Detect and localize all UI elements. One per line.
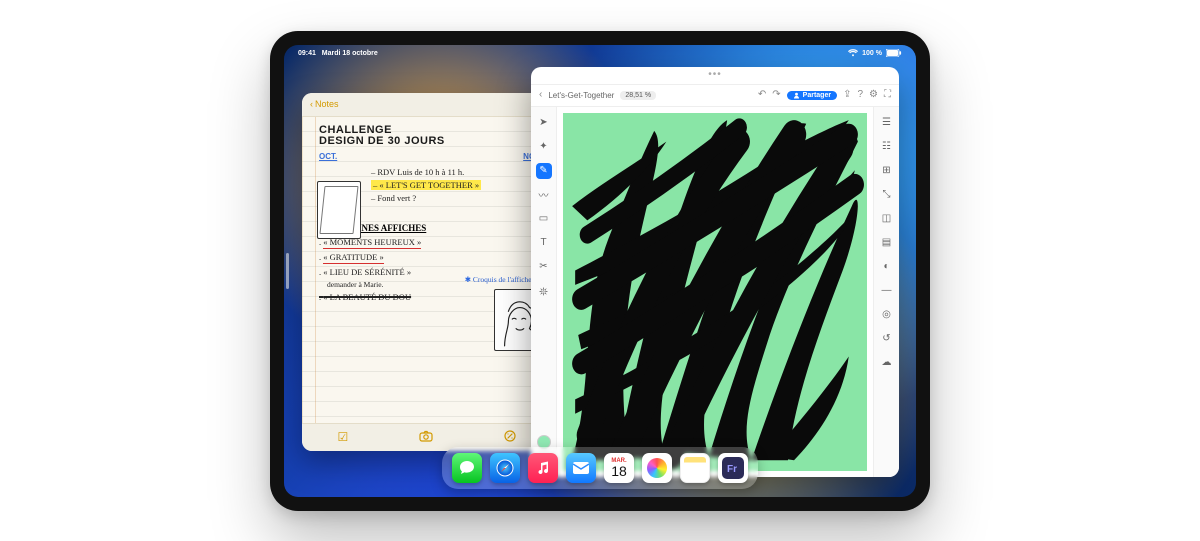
appearance-panel-icon[interactable]: ◎ [879, 307, 895, 323]
left-toolbar: ➤ ✦ ✎ 〰 ▭ T ✂︎ 𖤓 [531, 107, 557, 477]
stage-manager-indicator[interactable] [286, 253, 289, 289]
zoom-level[interactable]: 28,51 % [620, 91, 656, 100]
crop-tool-icon[interactable]: ✂︎ [536, 259, 552, 275]
swatches-panel-icon[interactable]: ▤ [879, 235, 895, 251]
move-tool-icon[interactable]: ➤ [536, 115, 552, 131]
document-name[interactable]: Let's-Get-Together [548, 91, 614, 100]
share-button[interactable]: Partager [787, 91, 837, 100]
dock-mail-icon[interactable] [566, 453, 596, 483]
design-toolbar: ‹ Let's-Get-Together 28,51 % ↶ ↷ Partage… [531, 85, 899, 107]
ipad-screen: 09:41 Mardi 18 octobre 100 % ‹ Notes [284, 45, 916, 497]
libraries-panel-icon[interactable]: ☁︎ [879, 355, 895, 371]
month-left: OCT. [319, 152, 337, 161]
settings-icon[interactable]: ⚙︎ [869, 90, 878, 100]
status-right: 100 % [848, 49, 902, 59]
note-title-line2: DESIGN DE 30 JOURS [319, 136, 542, 148]
note-bullet-highlight: – « LET'S GET TOGETHER » [371, 180, 542, 190]
design-window-handle[interactable]: ••• [531, 67, 899, 85]
status-date: Mardi 18 octobre [322, 50, 378, 57]
design-body: ➤ ✦ ✎ 〰 ▭ T ✂︎ 𖤓 [531, 107, 899, 477]
sketch-thumbnail-box [317, 181, 361, 239]
svg-text:Fr: Fr [727, 464, 737, 475]
camera-icon[interactable] [419, 430, 433, 445]
wifi-icon [848, 49, 858, 59]
brush-tool-icon[interactable]: 〰 [536, 187, 552, 203]
dock-photos-icon[interactable] [642, 453, 672, 483]
rect-tool-icon[interactable]: ▭ [536, 211, 552, 227]
undo-icon[interactable]: ↶ [758, 90, 766, 100]
notes-back-label: Notes [315, 99, 339, 109]
markup-icon[interactable] [504, 430, 516, 445]
note-bullet: – Fond vert ? [371, 193, 542, 203]
design-app-window[interactable]: ••• ‹ Let's-Get-Together 28,51 % ↶ ↷ Par… [531, 67, 899, 477]
artboard[interactable] [563, 113, 867, 471]
dock-notes-icon[interactable] [680, 453, 710, 483]
alignment-panel-icon[interactable]: ⊞ [879, 163, 895, 179]
note-bullet: – RDV Luis de 10 h à 11 h. [371, 167, 542, 177]
gradient-panel-icon[interactable]: ◐ [879, 259, 895, 275]
calendar-day: 18 [611, 464, 627, 478]
eyedrop-tool-icon[interactable]: 𖤓 [536, 283, 552, 299]
note-months-row: OCT. NOV. [319, 152, 542, 161]
status-time: 09:41 [298, 50, 316, 57]
node-tool-icon[interactable]: ✦ [536, 139, 552, 155]
notes-app-window[interactable]: ‹ Notes ••• CHALLENGE DESIGN DE 30 JOURS… [302, 93, 552, 451]
right-toolbar: ☰ ☷ ⊞ ⤡ ◫ ▤ ◐ — ◎ ↺ ☁︎ [873, 107, 899, 477]
notes-back-button[interactable]: ‹ Notes [310, 99, 339, 109]
back-icon[interactable]: ‹ [539, 90, 542, 100]
help-icon[interactable]: ? [857, 90, 863, 100]
note-bullets: – RDV Luis de 10 h à 11 h. – « LET'S GET… [371, 167, 542, 203]
dock-fresco-icon[interactable]: Fr [718, 453, 748, 483]
dock-messages-icon[interactable] [452, 453, 482, 483]
dock-calendar-icon[interactable]: MAR. 18 [604, 453, 634, 483]
share-label: Partager [803, 92, 831, 99]
checklist-icon[interactable]: ☑︎ [338, 430, 349, 444]
design-canvas[interactable] [557, 107, 873, 477]
dock-safari-icon[interactable] [490, 453, 520, 483]
export-icon[interactable]: ⇪ [843, 90, 851, 100]
pen-tool-icon[interactable]: ✎ [536, 163, 552, 179]
history-panel-icon[interactable]: ↺ [879, 331, 895, 347]
transform-panel-icon[interactable]: ⤡ [879, 187, 895, 203]
dock-music-icon[interactable] [528, 453, 558, 483]
pathfinder-panel-icon[interactable]: ◫ [879, 211, 895, 227]
fullscreen-icon[interactable]: ⛶ [884, 90, 891, 100]
properties-panel-icon[interactable]: ☷ [879, 139, 895, 155]
note-item: . « GRATITUDE » [319, 252, 542, 264]
chevron-left-icon: ‹ [310, 99, 313, 109]
status-bar: 09:41 Mardi 18 octobre 100 % [284, 49, 916, 59]
status-left: 09:41 Mardi 18 octobre [298, 50, 378, 57]
ipad-device-frame: 09:41 Mardi 18 octobre 100 % ‹ Notes [270, 31, 930, 511]
layers-panel-icon[interactable]: ☰ [879, 115, 895, 131]
notes-page[interactable]: CHALLENGE DESIGN DE 30 JOURS OCT. NOV. –… [302, 117, 552, 423]
text-tool-icon[interactable]: T [536, 235, 552, 251]
notes-titlebar: ‹ Notes ••• [302, 93, 552, 117]
redo-icon[interactable]: ↷ [772, 90, 780, 100]
dock: MAR. 18 Fr [442, 447, 758, 489]
battery-icon [886, 49, 902, 59]
battery-label: 100 % [862, 50, 882, 57]
stroke-panel-icon[interactable]: — [879, 283, 895, 299]
